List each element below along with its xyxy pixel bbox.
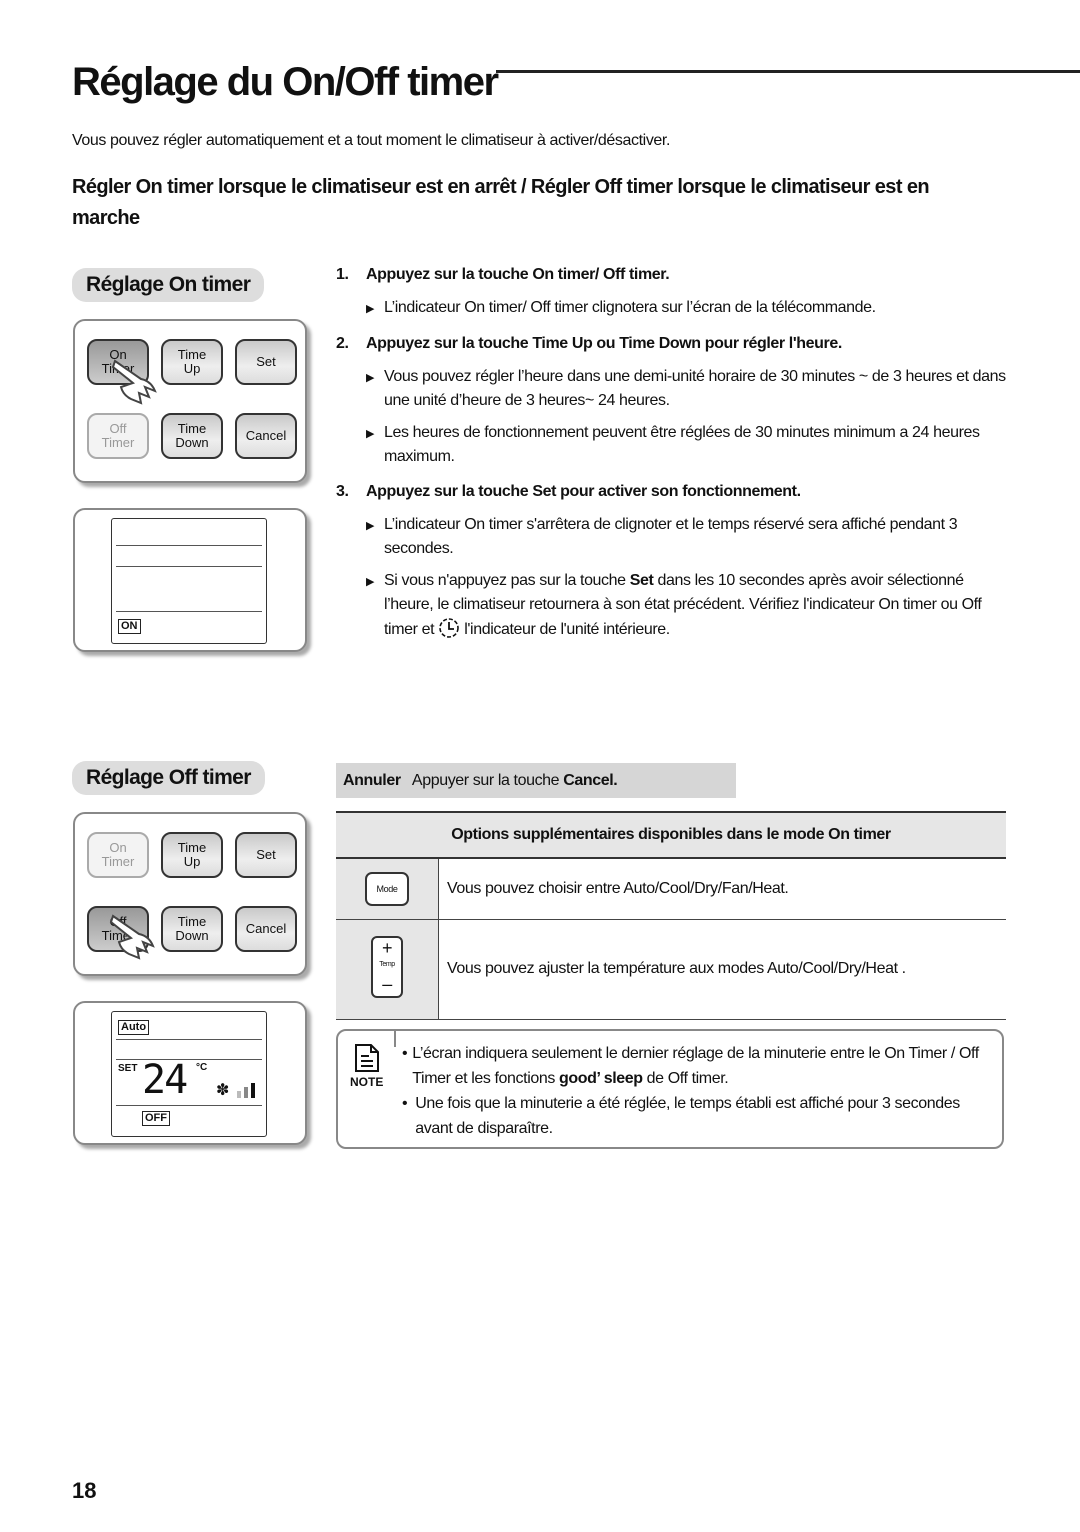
step-heading: Appuyez sur la touche Set pour activer s… xyxy=(366,483,801,500)
lcd-screen: Auto SET 24 °C ✽ OFF xyxy=(111,1011,267,1137)
page-number: 18 xyxy=(72,1478,97,1503)
temp-key-icon: + Temp – xyxy=(371,935,403,998)
timer-clock-icon xyxy=(439,618,460,638)
bullet-triangle-icon: ▶ xyxy=(366,372,375,384)
step-2: 2. Appuyez sur la touche Time Up ou Time … xyxy=(336,335,1016,469)
on-timer-button[interactable]: On Timer xyxy=(87,832,149,878)
pointing-hand-icon xyxy=(111,359,157,405)
on-indicator-tag: ON xyxy=(118,619,141,634)
cancel-button[interactable]: Cancel xyxy=(235,906,297,952)
bullet-triangle-icon: ▶ xyxy=(366,576,375,588)
table-cell-text: Vous pouvez choisir entre Auto/Cool/Dry/… xyxy=(438,858,1006,920)
pointing-hand-icon xyxy=(109,914,155,960)
on-timer-label: Réglage On timer xyxy=(72,268,265,302)
time-up-button[interactable]: Time Up xyxy=(161,832,223,878)
step-heading: Appuyez sur la touche Time Up ou Time Do… xyxy=(366,335,842,352)
auto-mode-tag: Auto xyxy=(118,1020,150,1035)
off-timer-label: Réglage Off timer xyxy=(72,761,265,795)
cancel-label: Annuler xyxy=(343,772,401,789)
off-timer-remote-keypad: On Timer Time Up Set Off Timer Time Down… xyxy=(73,812,307,976)
fan-speed-bars-icon xyxy=(237,1083,255,1098)
bullet-triangle-icon: ▶ xyxy=(366,303,375,315)
set-button[interactable]: Set xyxy=(235,832,297,878)
page-title: Réglage du On/Off timer xyxy=(72,60,499,104)
mode-key-icon: Mode xyxy=(365,871,409,906)
off-indicator-tag: OFF xyxy=(142,1111,170,1126)
off-timer-button[interactable]: Off Timer xyxy=(87,413,149,459)
step-heading: Appuyez sur la touche On timer/ Off time… xyxy=(366,266,670,283)
title-rule xyxy=(496,70,1080,73)
set-label: SET xyxy=(118,1063,138,1074)
cancel-button[interactable]: Cancel xyxy=(235,413,297,459)
celsius-unit: °C xyxy=(196,1062,208,1073)
note-item: • Une fois que la minuterie a été réglée,… xyxy=(402,1095,960,1137)
set-button[interactable]: Set xyxy=(235,339,297,385)
table-row: + Temp – Vous pouvez ajuster la températ… xyxy=(336,919,1006,1020)
cancel-instruction-bar: Annuler Appuyer sur la touche Cancel. xyxy=(336,763,736,798)
off-timer-remote-display: Auto SET 24 °C ✽ OFF xyxy=(73,1001,307,1145)
note-item: • L’écran indiquera seulement le dernier … xyxy=(402,1045,979,1087)
note-box: NOTE • L’écran indiquera seulement le der… xyxy=(336,1029,1004,1149)
section-subheading: Régler On timer lorsque le climatiseur e… xyxy=(72,176,930,229)
steps-list: 1. Appuyez sur la touche On timer/ Off ti… xyxy=(336,266,1016,656)
time-down-button[interactable]: Time Down xyxy=(161,413,223,459)
time-down-button[interactable]: Time Down xyxy=(161,906,223,952)
lcd-screen: ON xyxy=(111,518,267,644)
options-table: Options supplémentaires disponibles dans… xyxy=(336,811,1006,1020)
on-timer-remote-keypad: On Timer Time Up Set Off Timer Time Down… xyxy=(73,319,307,483)
note-document-icon xyxy=(355,1044,379,1072)
table-row: Mode Vous pouvez choisir entre Auto/Cool… xyxy=(336,858,1006,920)
intro-text: Vous pouvez régler automatiquement et a … xyxy=(72,132,671,149)
step-1: 1. Appuyez sur la touche On timer/ Off ti… xyxy=(336,266,1016,321)
note-label: NOTE xyxy=(350,1075,384,1089)
on-timer-remote-display: ON xyxy=(73,508,307,652)
options-table-header: Options supplémentaires disponibles dans… xyxy=(336,811,1006,859)
table-cell-text: Vous pouvez ajuster la température aux m… xyxy=(438,919,1006,1020)
fan-icon: ✽ xyxy=(216,1082,230,1099)
step-3: 3. Appuyez sur la touche Set pour activer… xyxy=(336,483,1016,642)
bullet-triangle-icon: ▶ xyxy=(366,428,375,440)
temperature-readout: 24 xyxy=(142,1057,188,1103)
bullet-triangle-icon: ▶ xyxy=(366,520,375,532)
